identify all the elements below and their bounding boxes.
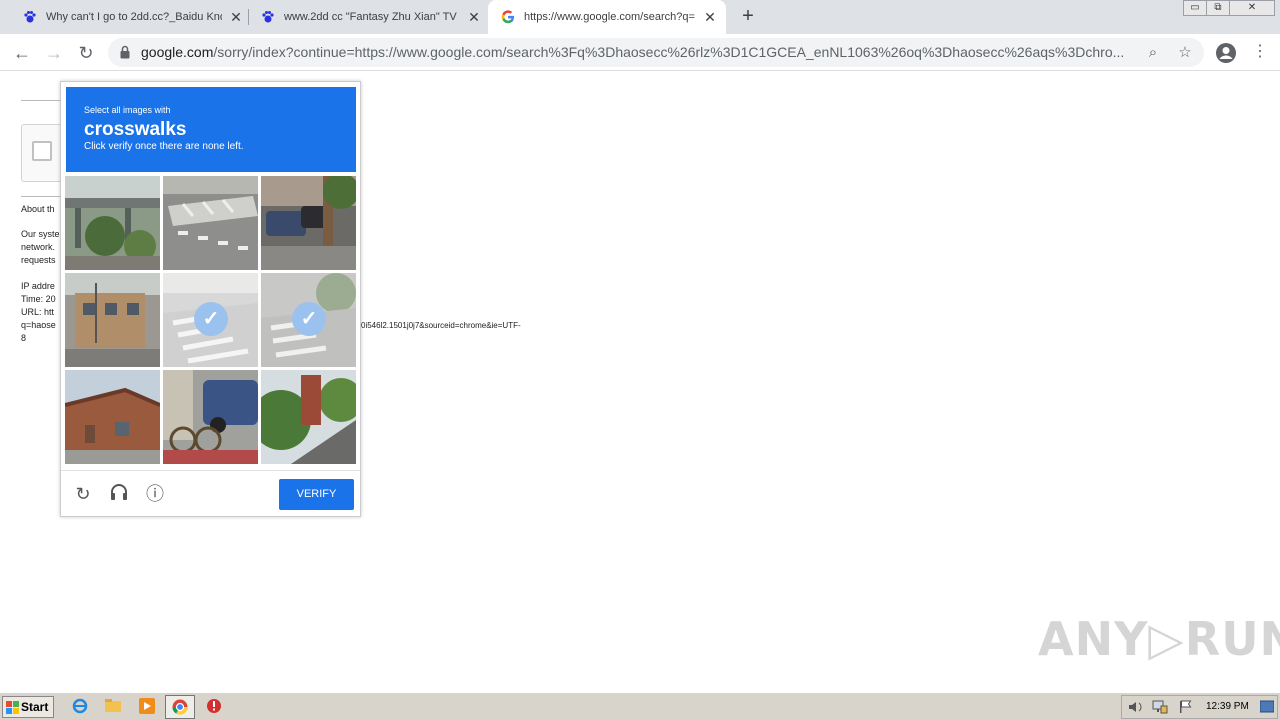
url-line: URL: htt: [21, 307, 55, 317]
url-host: google.com: [141, 44, 214, 60]
image-tile-1[interactable]: [65, 176, 160, 270]
url-text[interactable]: google.com/sorry/index?continue=https://…: [141, 44, 1131, 60]
tab-baidu-1[interactable]: Why can't I go to 2dd.cc?_Baidu Kno ✕: [12, 0, 244, 34]
baidu-paw-icon: [22, 9, 38, 25]
about-heading: About th: [21, 204, 55, 214]
image-tile-2[interactable]: [163, 176, 258, 270]
tab-google-search[interactable]: https://www.google.com/search?q= ✕: [488, 0, 726, 34]
audio-challenge-icon[interactable]: [107, 482, 131, 506]
image-tile-6[interactable]: ✓: [261, 273, 356, 367]
time-line: Time: 20: [21, 294, 56, 304]
challenge-header: Select all images with crosswalks Click …: [66, 87, 356, 172]
query-line: q=haose: [21, 320, 56, 330]
lock-icon[interactable]: [120, 45, 130, 59]
clock: 12:39 PM: [1206, 701, 1249, 712]
system-tray: [1121, 695, 1278, 719]
profile-avatar-icon[interactable]: [1215, 42, 1237, 64]
restore-button[interactable]: ⧉: [1206, 0, 1230, 16]
zoom-icon[interactable]: ⌕: [1144, 44, 1162, 62]
tab-close-icon[interactable]: ✕: [466, 9, 482, 25]
baidu-paw-icon: [260, 9, 276, 25]
tab-separator: [248, 9, 249, 25]
url-path: /sorry/index?continue=https://www.google…: [213, 44, 1125, 60]
internet-explorer-icon[interactable]: [70, 698, 90, 716]
chrome-icon: [172, 699, 188, 720]
tab-baidu-2[interactable]: www.2dd cc "Fantasy Zhu Xian" TV s ✕: [250, 0, 482, 34]
image-tile-9[interactable]: [261, 370, 356, 464]
windows-logo-icon: [6, 700, 19, 714]
minimize-button[interactable]: ▭: [1183, 0, 1207, 16]
tab-title: Why can't I go to 2dd.cc?_Baidu Kno: [46, 11, 222, 23]
image-tile-5[interactable]: ✓: [163, 273, 258, 367]
media-player-icon[interactable]: [137, 698, 157, 716]
recaptcha-challenge: Select all images with crosswalks Click …: [60, 81, 361, 517]
image-tile-7[interactable]: [65, 370, 160, 464]
image-grid: ✓ ✓: [65, 176, 357, 466]
divider: [21, 196, 61, 197]
instruction-small: Select all images with: [84, 105, 171, 115]
selected-check-icon: ✓: [194, 302, 228, 336]
stop-sign-icon[interactable]: [204, 698, 224, 716]
back-button[interactable]: ←: [10, 41, 34, 65]
system-line-3: requests: [21, 255, 56, 265]
query-line-end: 8: [21, 333, 27, 343]
system-line-2: network.: [21, 242, 56, 252]
network-icon[interactable]: [1152, 700, 1168, 719]
taskbar-chrome-active[interactable]: [165, 695, 195, 719]
tab-strip: Why can't I go to 2dd.cc?_Baidu Kno ✕ ww…: [0, 0, 1280, 34]
info-icon[interactable]: ⓘ: [143, 482, 167, 506]
tab-title: www.2dd cc "Fantasy Zhu Xian" TV s: [284, 11, 460, 23]
window-controls: ▭ ⧉ ✕: [1183, 0, 1275, 17]
target-word: crosswalks: [84, 119, 187, 140]
url-tail-text: 0i546l2.1501j0j7&sourceid=chrome&ie=UTF-: [361, 321, 521, 330]
menu-icon[interactable]: ⋮: [1252, 42, 1268, 64]
ip-line: IP addre: [21, 281, 55, 291]
file-explorer-icon[interactable]: [103, 698, 123, 716]
tab-close-icon[interactable]: ✕: [702, 9, 718, 25]
selected-check-icon: ✓: [292, 302, 326, 336]
verify-button[interactable]: VERIFY: [279, 479, 354, 510]
instruction-sub: Click verify once there are none left.: [84, 141, 244, 152]
reload-button[interactable]: ↻: [74, 41, 98, 65]
show-desktop-icon[interactable]: [1259, 700, 1275, 719]
image-tile-4[interactable]: [65, 273, 160, 367]
google-g-icon: [500, 9, 516, 25]
image-tile-8[interactable]: [163, 370, 258, 464]
challenge-footer: ↻ ⓘ VERIFY: [61, 470, 360, 516]
recaptcha-checkbox[interactable]: [32, 141, 52, 161]
new-tab-button[interactable]: +: [738, 6, 758, 28]
address-bar[interactable]: google.com/sorry/index?continue=https://…: [108, 38, 1204, 67]
volume-icon[interactable]: [1128, 700, 1144, 719]
start-label: Start: [21, 700, 49, 714]
browser-toolbar: ← → ↻ google.com/sorry/index?continue=ht…: [0, 34, 1280, 71]
tab-title: https://www.google.com/search?q=: [524, 11, 695, 23]
anyrun-watermark: ANY▷RUN: [1038, 612, 1280, 666]
image-tile-3[interactable]: [261, 176, 356, 270]
bookmark-star-icon[interactable]: ☆: [1176, 44, 1194, 62]
tab-close-icon[interactable]: ✕: [228, 9, 244, 25]
reload-challenge-icon[interactable]: ↻: [71, 482, 95, 506]
taskbar: Start 12:39 PM: [0, 692, 1280, 720]
system-line-1: Our syste: [21, 229, 60, 239]
close-window-button[interactable]: ✕: [1229, 0, 1275, 16]
divider: [21, 100, 61, 101]
start-button[interactable]: Start: [2, 696, 54, 718]
forward-button[interactable]: →: [42, 41, 66, 65]
action-center-flag-icon[interactable]: [1178, 700, 1192, 719]
